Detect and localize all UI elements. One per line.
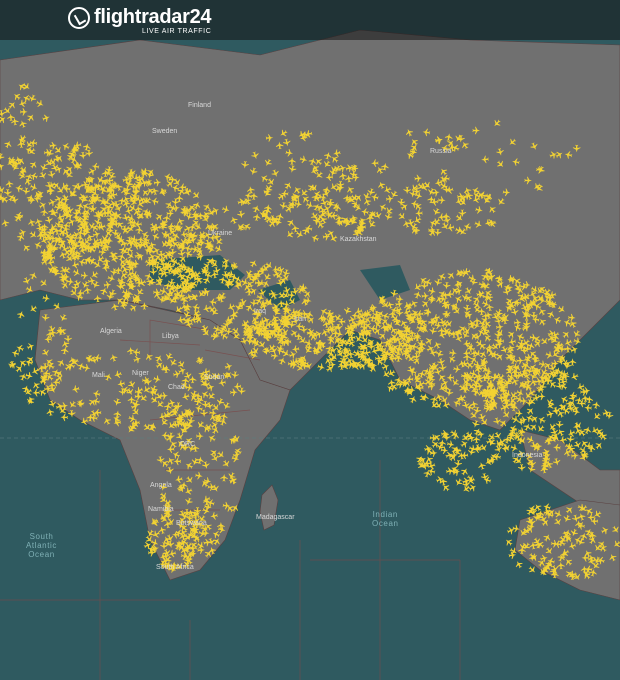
label-madagascar: Madagascar bbox=[256, 514, 295, 521]
label-south-atlantic-ocean: South Atlantic Ocean bbox=[26, 532, 58, 559]
label-russia: Russia bbox=[430, 148, 452, 155]
top-bar: flightradar24 LIVE AIR TRAFFIC bbox=[0, 0, 620, 40]
label-libya: Libya bbox=[162, 333, 179, 340]
label-iraq: Iraq bbox=[254, 308, 267, 315]
label-finland: Finland bbox=[188, 102, 211, 109]
label-botswana: Botswana bbox=[176, 520, 207, 527]
label-algeria: Algeria bbox=[100, 328, 122, 335]
label-mali: Mali bbox=[92, 372, 105, 379]
radar-icon bbox=[68, 6, 90, 29]
label-south-africa: South Africa bbox=[156, 564, 194, 571]
label-chad: Chad bbox=[168, 384, 185, 391]
label-ukraine: Ukraine bbox=[208, 230, 233, 237]
label-indian-ocean: Indian Ocean bbox=[372, 510, 399, 528]
label-sweden: Sweden bbox=[152, 128, 178, 135]
label-drc: DRC bbox=[180, 441, 196, 448]
label-kazakhstan: Kazakhstan bbox=[340, 236, 377, 243]
label-niger: Niger bbox=[132, 370, 149, 377]
label-indonesia: Indonesia bbox=[512, 452, 543, 459]
label-angola: Angola bbox=[150, 482, 172, 489]
label-sudan: Sudan bbox=[204, 374, 225, 381]
brand-tagline: LIVE AIR TRAFFIC bbox=[142, 28, 212, 35]
brand-logo[interactable]: flightradar24 bbox=[68, 6, 212, 29]
label-namibia: Namibia bbox=[148, 506, 174, 513]
brand-name: flightradar24 bbox=[94, 6, 212, 28]
label-iran: Iran bbox=[294, 316, 307, 323]
flight-map[interactable] bbox=[0, 0, 620, 680]
